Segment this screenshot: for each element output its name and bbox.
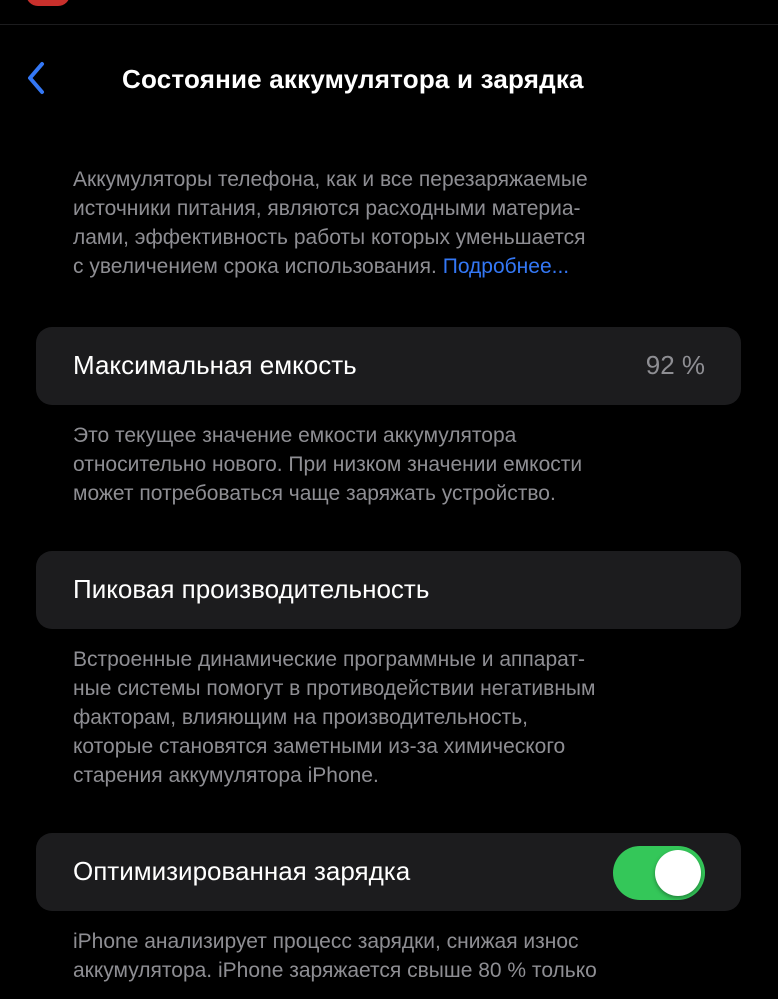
status-bar-strip bbox=[0, 0, 778, 25]
footer-line: ные системы помогут в противодействии не… bbox=[73, 677, 596, 700]
max-capacity-value: 92 % bbox=[645, 350, 705, 380]
max-capacity-label: Максимальная емкость bbox=[73, 350, 357, 380]
intro-description: Аккумуляторы телефона, как и все перезар… bbox=[73, 165, 713, 281]
footer-line: Встроенные динамические программные и ап… bbox=[73, 648, 585, 671]
back-button[interactable] bbox=[18, 56, 58, 96]
intro-line: Аккумуляторы телефона, как и все перезар… bbox=[73, 168, 588, 191]
footer-line: факторам, влияющим на производительность… bbox=[73, 706, 529, 729]
status-indicator bbox=[26, 0, 70, 6]
max-capacity-footer: Это текущее значение емкости аккумулятор… bbox=[73, 421, 713, 508]
intro-line-text: с увеличением срока использования. bbox=[73, 255, 437, 278]
intro-line: лами, эффективность работы которых умень… bbox=[73, 226, 586, 249]
footer-line: относительно нового. При низком значении… bbox=[73, 453, 583, 476]
intro-line: источники питания, являются расходными м… bbox=[73, 197, 581, 220]
navigation-bar: Состояние аккумулятора и зарядка bbox=[0, 50, 778, 110]
footer-line: которые становятся заметными из-за химич… bbox=[73, 735, 566, 758]
footer-line: старения аккумулятора iPhone. bbox=[73, 764, 379, 787]
optimized-charging-cell: Оптимизированная зарядка bbox=[36, 833, 741, 911]
optimized-charging-toggle[interactable] bbox=[613, 846, 705, 900]
intro-line-last: с увеличением срока использования. Подро… bbox=[73, 252, 713, 281]
toggle-knob bbox=[655, 850, 701, 896]
peak-performance-label: Пиковая производительность bbox=[73, 574, 430, 604]
peak-performance-cell[interactable]: Пиковая производительность bbox=[36, 551, 741, 629]
max-capacity-cell: Максимальная емкость 92 % bbox=[36, 327, 741, 405]
page-title: Состояние аккумулятора и зарядка bbox=[122, 64, 584, 94]
footer-line: может потребоваться чаще заряжать устрой… bbox=[73, 482, 556, 505]
footer-line: iPhone анализирует процесс зарядки, сниж… bbox=[73, 930, 579, 953]
chevron-left-icon bbox=[28, 62, 44, 94]
optimized-charging-label: Оптимизированная зарядка bbox=[73, 856, 411, 886]
more-info-link[interactable]: Подробнее... bbox=[443, 255, 569, 278]
peak-performance-footer: Встроенные динамические программные и ап… bbox=[73, 645, 713, 790]
optimized-charging-footer: iPhone анализирует процесс зарядки, сниж… bbox=[73, 927, 713, 985]
footer-line: Это текущее значение емкости аккумулятор… bbox=[73, 424, 517, 447]
footer-line: аккумулятора. iPhone заряжается свыше 80… bbox=[73, 959, 597, 982]
